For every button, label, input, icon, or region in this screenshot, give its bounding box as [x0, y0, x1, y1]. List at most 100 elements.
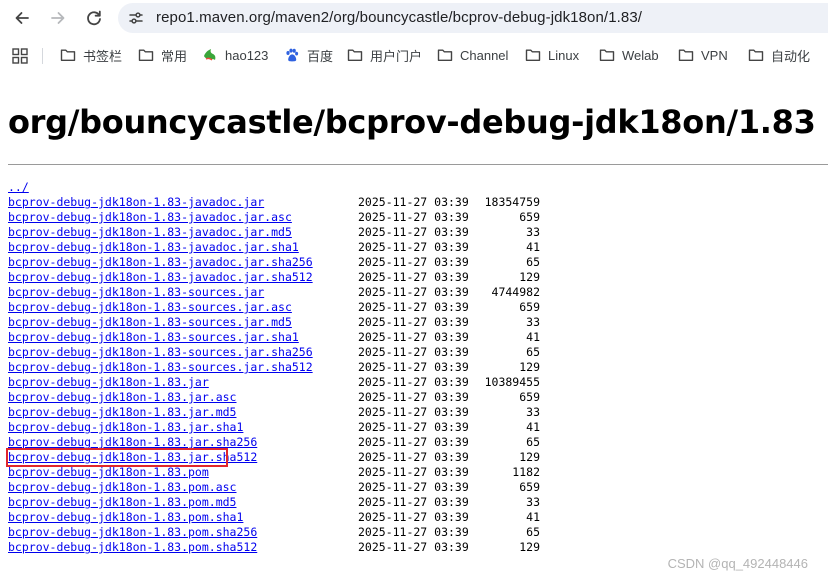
folder-icon [748, 49, 764, 61]
bookmark-item[interactable]: 百度 [284, 38, 333, 72]
file-date: 2025-11-27 03:39 [358, 195, 469, 209]
bookmark-label: hao123 [225, 47, 269, 63]
forward-arrow-icon [51, 12, 65, 24]
bookmark-label: 用户门户 [370, 48, 423, 64]
back-arrow-icon [15, 12, 29, 24]
file-size: 129 [519, 360, 540, 374]
browser-toolbar: repo1.maven.org/maven2/org/bouncycastle/… [0, 0, 828, 36]
file-link[interactable]: bcprov-debug-jdk18on-1.83.jar.sha1 [8, 420, 243, 435]
file-link[interactable]: bcprov-debug-jdk18on-1.83.pom.sha256 [8, 525, 257, 540]
address-bar[interactable]: repo1.maven.org/maven2/org/bouncycastle/… [118, 3, 828, 33]
file-date: 2025-11-27 03:39 [358, 345, 469, 359]
file-date: 2025-11-27 03:39 [358, 450, 469, 464]
site-info-button[interactable] [126, 8, 146, 28]
file-date: 2025-11-27 03:39 [358, 210, 469, 224]
file-link[interactable]: bcprov-debug-jdk18on-1.83-sources.jar [8, 285, 264, 300]
file-size: 129 [519, 270, 540, 284]
file-date: 2025-11-27 03:39 [358, 270, 469, 284]
bookmark-item[interactable]: 常用 [138, 38, 187, 72]
bookmark-item[interactable]: 自动化 [748, 38, 810, 72]
bookmark-item[interactable]: 书签栏 [60, 38, 122, 72]
bookmark-item[interactable]: VPN [678, 38, 728, 72]
apps-grid-icon[interactable] [12, 48, 28, 64]
folder-icon [525, 47, 541, 63]
file-link[interactable]: bcprov-debug-jdk18on-1.83-sources.jar.as… [8, 300, 292, 315]
file-link[interactable]: bcprov-debug-jdk18on-1.83.pom.sha512 [8, 540, 257, 555]
folder-icon [525, 49, 541, 61]
file-date: 2025-11-27 03:39 [358, 510, 469, 524]
file-date: 2025-11-27 03:39 [358, 330, 469, 344]
file-link[interactable]: bcprov-debug-jdk18on-1.83-javadoc.jar.sh… [8, 255, 313, 270]
file-link[interactable]: bcprov-debug-jdk18on-1.83-javadoc.jar.md… [8, 225, 292, 240]
folder-icon [347, 47, 363, 63]
file-link[interactable]: bcprov-debug-jdk18on-1.83-sources.jar.sh… [8, 330, 299, 345]
file-date: 2025-11-27 03:39 [358, 435, 469, 449]
bookmark-label: 书签栏 [83, 48, 123, 64]
highlight-box [6, 448, 228, 467]
bookmark-label: 百度 [307, 48, 334, 64]
baidu-paw-icon [286, 48, 299, 62]
file-size: 659 [519, 300, 540, 314]
file-size: 65 [526, 435, 540, 449]
reload-icon [87, 10, 101, 26]
bookmark-label: Welab [622, 47, 659, 63]
file-link[interactable]: bcprov-debug-jdk18on-1.83.jar.md5 [8, 405, 236, 420]
file-link[interactable]: bcprov-debug-jdk18on-1.83.pom.md5 [8, 495, 236, 510]
file-link[interactable]: bcprov-debug-jdk18on-1.83.jar [8, 375, 209, 390]
bookmark-item[interactable]: Linux [525, 38, 579, 72]
file-date: 2025-11-27 03:39 [358, 240, 469, 254]
file-date: 2025-11-27 03:39 [358, 360, 469, 374]
directory-listing-page: org/bouncycastle/bcprov-debug-jdk18on/1.… [0, 74, 828, 579]
file-link[interactable]: bcprov-debug-jdk18on-1.83-javadoc.jar.as… [8, 210, 292, 225]
folder-icon [60, 47, 76, 63]
folder-icon [678, 49, 694, 61]
folder-icon [678, 47, 694, 63]
file-link[interactable]: bcprov-debug-jdk18on-1.83.pom [8, 465, 209, 480]
file-size: 41 [526, 510, 540, 524]
forward-button[interactable] [46, 6, 70, 30]
file-size: 41 [526, 420, 540, 434]
back-button[interactable] [10, 6, 34, 30]
file-link[interactable]: bcprov-debug-jdk18on-1.83-javadoc.jar [8, 195, 264, 210]
bookmark-item[interactable]: Channel [437, 38, 508, 72]
baidu-paw-icon [284, 47, 300, 63]
folder-icon [599, 49, 615, 61]
file-link[interactable]: bcprov-debug-jdk18on-1.83.pom.sha1 [8, 510, 243, 525]
parent-directory-link[interactable]: ../ [8, 180, 29, 195]
file-link[interactable]: bcprov-debug-jdk18on-1.83-javadoc.jar.sh… [8, 270, 313, 285]
file-date: 2025-11-27 03:39 [358, 405, 469, 419]
url-text[interactable]: repo1.maven.org/maven2/org/bouncycastle/… [156, 9, 642, 26]
file-size: 41 [526, 240, 540, 254]
file-size: 129 [519, 540, 540, 554]
file-link[interactable]: bcprov-debug-jdk18on-1.83-sources.jar.sh… [8, 345, 313, 360]
bookmarks-bar: 书签栏 常用 hao123 百度 用户门户 Channel Linux Welab VPN 自动化 [0, 38, 828, 72]
bookmark-item[interactable]: Welab [599, 38, 659, 72]
folder-icon [60, 49, 76, 61]
folder-icon [138, 49, 154, 61]
file-link[interactable]: bcprov-debug-jdk18on-1.83-sources.jar.sh… [8, 360, 313, 375]
folder-icon [138, 47, 154, 63]
bookmark-label: Linux [548, 47, 580, 63]
file-date: 2025-11-27 03:39 [358, 495, 469, 509]
reload-button[interactable] [82, 6, 106, 30]
folder-icon [437, 47, 453, 63]
file-link[interactable]: bcprov-debug-jdk18on-1.83-javadoc.jar.sh… [8, 240, 299, 255]
file-size: 65 [526, 255, 540, 269]
folder-icon [599, 47, 615, 63]
folder-icon [748, 47, 764, 63]
file-link[interactable]: bcprov-debug-jdk18on-1.83.jar.asc [8, 390, 236, 405]
file-size: 659 [519, 210, 540, 224]
file-date: 2025-11-27 03:39 [358, 375, 469, 389]
file-link[interactable]: bcprov-debug-jdk18on-1.83.pom.asc [8, 480, 236, 495]
file-date: 2025-11-27 03:39 [358, 255, 469, 269]
bookmark-item[interactable]: hao123 [202, 38, 268, 72]
file-date: 2025-11-27 03:39 [358, 465, 469, 479]
file-size: 1182 [512, 465, 540, 479]
site-info-icon [129, 12, 143, 24]
file-size: 659 [519, 480, 540, 494]
file-size: 33 [526, 225, 540, 239]
file-date: 2025-11-27 03:39 [358, 540, 469, 554]
bookmark-item[interactable]: 用户门户 [347, 38, 422, 72]
file-link[interactable]: bcprov-debug-jdk18on-1.83-sources.jar.md… [8, 315, 292, 330]
hao123-icon [204, 49, 216, 61]
